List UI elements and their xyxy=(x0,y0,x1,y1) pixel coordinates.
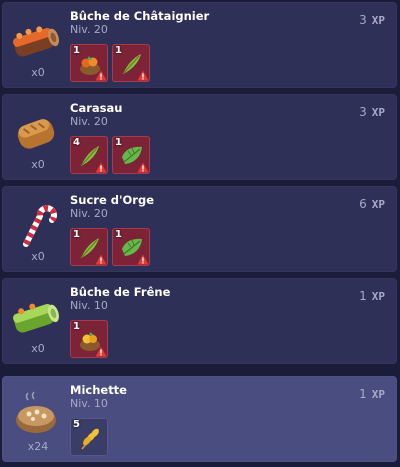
warning-icon xyxy=(95,70,107,81)
ingredient-slot[interactable]: 4 xyxy=(70,136,108,174)
recipe-card-michette[interactable]: x24 Michette Niv. 10 1 XP 5 xyxy=(2,376,397,462)
owned-count: x0 xyxy=(31,66,45,79)
ingredient-list: 5 xyxy=(70,418,108,456)
recipe-level: Niv. 10 xyxy=(70,397,108,410)
owned-count: x0 xyxy=(31,250,45,263)
ingredient-slot[interactable]: 1 xyxy=(112,44,150,82)
recipe-name: Sucre d'Orge xyxy=(70,193,154,207)
recipe-card-buche-de-chataignier[interactable]: x0 Bûche de Châtaignier Niv. 20 3 XP 1 1 xyxy=(2,2,397,88)
xp-unit: XP xyxy=(371,388,385,401)
xp-value: 3 xyxy=(359,105,367,119)
owned-count: x0 xyxy=(31,158,45,171)
log-with-orange-icing-icon xyxy=(13,26,59,57)
ingredient-slot[interactable]: 1 xyxy=(70,44,108,82)
recipe-level: Niv. 10 xyxy=(70,299,108,312)
recipe-list: x0 Bûche de Châtaignier Niv. 20 3 XP 1 1… xyxy=(0,0,400,467)
recipe-name: Bûche de Frêne xyxy=(70,285,171,299)
xp-reward: 3 XP xyxy=(359,13,385,27)
ingredient-slot[interactable]: 1 xyxy=(70,320,108,358)
ingredient-list: 1 1 xyxy=(70,228,150,266)
recipe-level: Niv. 20 xyxy=(70,207,108,220)
wheat-icon xyxy=(81,428,99,450)
xp-reward: 1 XP xyxy=(359,289,385,303)
recipe-level: Niv. 20 xyxy=(70,115,108,128)
warning-icon xyxy=(137,162,149,173)
xp-unit: XP xyxy=(371,14,385,27)
xp-value: 1 xyxy=(359,387,367,401)
ingredient-slot[interactable]: 1 xyxy=(70,228,108,266)
warning-icon xyxy=(95,162,107,173)
warning-icon xyxy=(137,70,149,81)
warning-icon xyxy=(95,254,107,265)
xp-reward: 6 XP xyxy=(359,197,385,211)
xp-reward: 3 XP xyxy=(359,105,385,119)
recipe-name: Carasau xyxy=(70,101,123,115)
xp-unit: XP xyxy=(371,106,385,119)
xp-value: 6 xyxy=(359,197,367,211)
recipe-level: Niv. 20 xyxy=(70,23,108,36)
xp-unit: XP xyxy=(371,290,385,303)
recipe-name: Michette xyxy=(70,383,127,397)
ingredient-list: 1 1 xyxy=(70,44,150,82)
recipe-card-sucre-d-orge[interactable]: x0 Sucre d'Orge Niv. 20 6 XP 1 1 xyxy=(2,186,397,272)
candy-cane-icon xyxy=(23,205,57,247)
xp-value: 1 xyxy=(359,289,367,303)
warning-icon xyxy=(137,254,149,265)
ingredient-list: 4 1 xyxy=(70,136,150,174)
recipe-card-carasau[interactable]: x0 Carasau Niv. 20 3 XP 4 1 xyxy=(2,94,397,180)
warning-icon xyxy=(95,346,107,357)
owned-count: x24 xyxy=(27,440,49,453)
round-bread-icon xyxy=(16,391,56,433)
ingredient-slot[interactable]: 1 xyxy=(112,228,150,266)
xp-value: 3 xyxy=(359,13,367,27)
bread-loaf-icon xyxy=(17,119,55,149)
recipe-card-buche-de-frene[interactable]: x0 Bûche de Frêne Niv. 10 1 XP 1 xyxy=(2,278,397,364)
ingredient-slot[interactable]: 5 xyxy=(70,418,108,456)
ingredient-slot[interactable]: 1 xyxy=(112,136,150,174)
ingredient-list: 1 xyxy=(70,320,108,358)
green-log-icon xyxy=(13,303,59,333)
owned-count: x0 xyxy=(31,342,45,355)
recipe-name: Bûche de Châtaignier xyxy=(70,9,210,23)
xp-reward: 1 XP xyxy=(359,387,385,401)
xp-unit: XP xyxy=(371,198,385,211)
